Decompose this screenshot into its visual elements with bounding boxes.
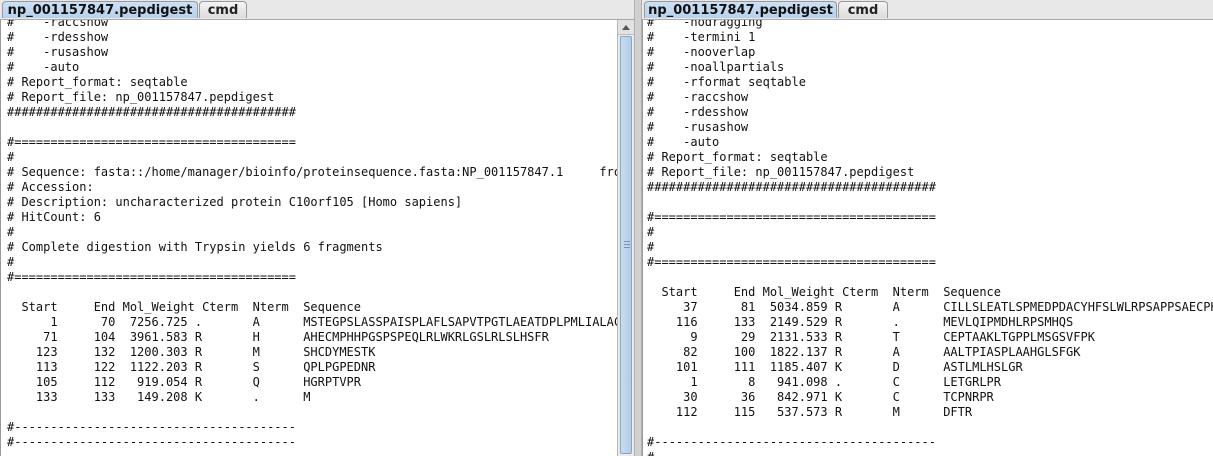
tab-pepdigest-file[interactable]: np_001157847.pepdigest bbox=[644, 1, 837, 18]
left-editor-pane: np_001157847.pepdigest cmd # -raccshow #… bbox=[0, 0, 634, 456]
grip-icon bbox=[624, 241, 630, 248]
tab-cmd[interactable]: cmd bbox=[199, 1, 247, 18]
tab-pepdigest-file[interactable]: np_001157847.pepdigest bbox=[2, 1, 198, 18]
right-tab-bar: np_001157847.pepdigest cmd bbox=[642, 0, 1213, 20]
scroll-up-arrow-icon[interactable] bbox=[618, 20, 634, 35]
scrollbar-thumb[interactable] bbox=[620, 36, 632, 454]
right-output-text-area[interactable]: # -nodragging # -termini 1 # -nooverlap … bbox=[642, 20, 1213, 456]
right-output-text: # -nodragging # -termini 1 # -nooverlap … bbox=[647, 20, 1213, 456]
left-output-text-area[interactable]: # -raccshow # -rdesshow # -rusashow # -a… bbox=[0, 20, 617, 456]
left-vertical-scrollbar[interactable] bbox=[617, 20, 634, 456]
tab-cmd[interactable]: cmd bbox=[838, 1, 888, 18]
left-tab-bar: np_001157847.pepdigest cmd bbox=[0, 0, 634, 20]
right-editor-pane: np_001157847.pepdigest cmd # -nodragging… bbox=[642, 0, 1213, 456]
left-output-text: # -raccshow # -rdesshow # -rusashow # -a… bbox=[7, 20, 617, 449]
split-pane-divider[interactable] bbox=[634, 0, 642, 456]
